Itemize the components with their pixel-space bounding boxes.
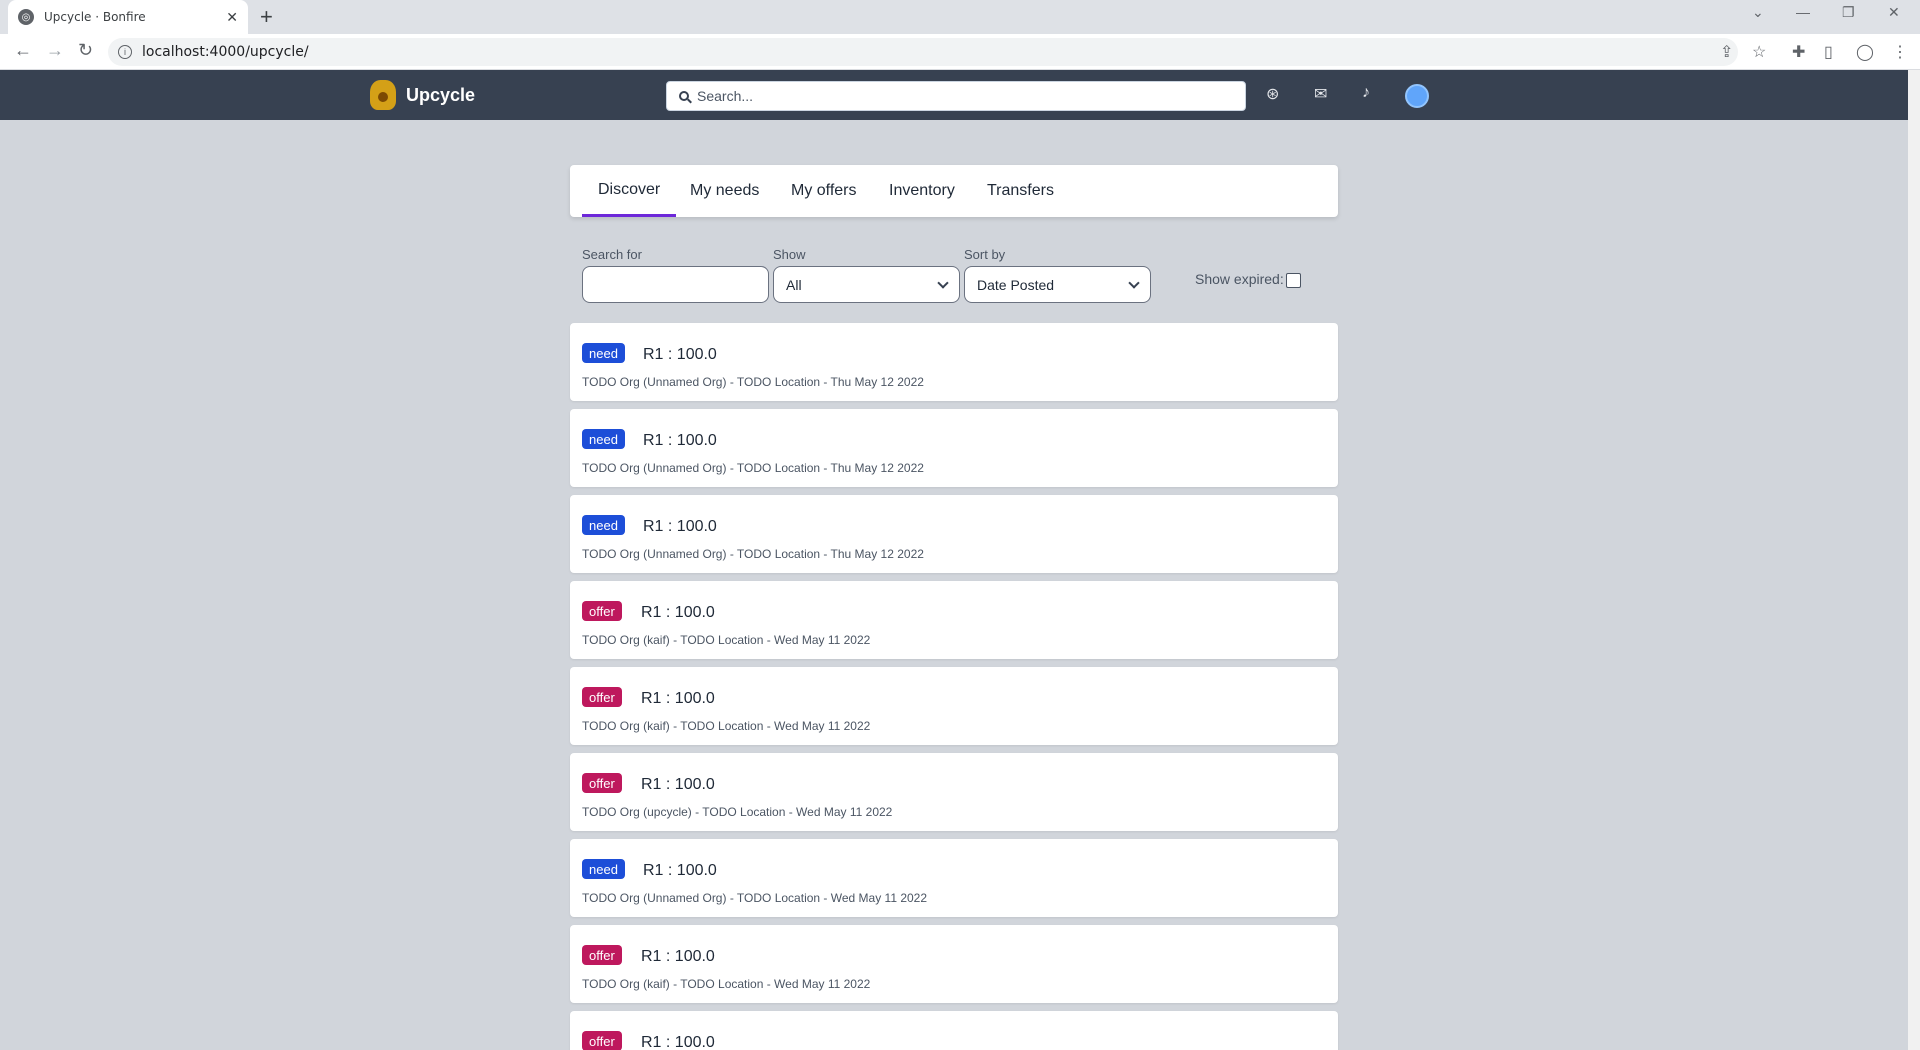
list-item[interactable]: offer R1 : 100.0 TODO Org (kaif) - TODO Lo… <box>570 667 1338 745</box>
globe-icon: ◎ <box>18 9 34 25</box>
offer-badge: offer <box>582 687 622 707</box>
address-bar[interactable]: i localhost:4000/upcycle/ <box>108 38 1738 66</box>
bookmark-star-icon[interactable]: ☆ <box>1752 42 1766 62</box>
tab-inventory[interactable]: Inventory <box>889 165 955 217</box>
brand-link[interactable]: Upcycle <box>370 80 475 110</box>
resource-quantity[interactable]: R1 : 100.0 <box>643 346 717 364</box>
bonfire-logo-icon <box>370 80 396 110</box>
offer-badge: offer <box>582 601 622 621</box>
feed-icon[interactable]: ⊛ <box>1266 84 1279 104</box>
chevron-down-icon <box>1128 277 1140 289</box>
resource-quantity[interactable]: R1 : 100.0 <box>641 948 715 966</box>
global-search-input[interactable] <box>697 88 1227 104</box>
show-select-value: All <box>786 276 802 293</box>
resource-quantity[interactable]: R1 : 100.0 <box>643 518 717 536</box>
tab-my-offers[interactable]: My offers <box>791 165 857 217</box>
browser-toolbar: ← → ↻ i localhost:4000/upcycle/ ⇪ ☆ ✚ ▯ … <box>0 34 1920 70</box>
restore-icon[interactable]: ❐ <box>1842 4 1855 21</box>
offer-badge: offer <box>582 773 622 793</box>
forward-icon[interactable]: → <box>46 40 64 61</box>
item-meta: TODO Org (kaif) - TODO Location - Wed Ma… <box>582 977 871 991</box>
search-for-input[interactable] <box>582 266 769 303</box>
minimize-icon[interactable]: — <box>1796 4 1810 20</box>
resource-quantity[interactable]: R1 : 100.0 <box>643 432 717 450</box>
share-icon[interactable]: ⇪ <box>1720 42 1733 62</box>
back-icon[interactable]: ← <box>14 40 32 61</box>
kebab-menu-icon[interactable]: ⋮ <box>1892 42 1908 62</box>
show-expired-label: Show expired: <box>1195 271 1284 287</box>
close-tab-icon[interactable]: ✕ <box>226 9 238 26</box>
reload-icon[interactable]: ↻ <box>78 40 93 61</box>
browser-tab-bar: ◎ Upcycle · Bonfire ✕ + ⌄ — ❐ ✕ <box>0 0 1920 34</box>
url-text: localhost:4000/upcycle/ <box>142 44 309 60</box>
avatar[interactable] <box>1405 84 1429 108</box>
need-badge: need <box>582 515 625 535</box>
app-header: Upcycle ⊛ ✉ ♪ <box>0 70 1908 120</box>
tab-discover[interactable]: Discover <box>582 165 677 217</box>
item-meta: TODO Org (Unnamed Org) - TODO Location -… <box>582 461 924 475</box>
need-badge: need <box>582 859 625 879</box>
site-info-icon[interactable]: i <box>118 45 132 59</box>
item-meta: TODO Org (kaif) - TODO Location - Wed Ma… <box>582 719 871 733</box>
extensions-icon[interactable]: ✚ <box>1792 42 1805 62</box>
item-meta: TODO Org (Unnamed Org) - TODO Location -… <box>582 375 924 389</box>
item-meta: TODO Org (Unnamed Org) - TODO Location -… <box>582 891 928 905</box>
resource-quantity[interactable]: R1 : 100.0 <box>643 862 717 880</box>
list-item[interactable]: need R1 : 100.0 TODO Org (Unnamed Org) - T… <box>570 323 1338 401</box>
resource-quantity[interactable]: R1 : 100.0 <box>641 690 715 708</box>
list-item[interactable]: need R1 : 100.0 TODO Org (Unnamed Org) - T… <box>570 409 1338 487</box>
offer-badge: offer <box>582 945 622 965</box>
item-meta: TODO Org (kaif) - TODO Location - Wed Ma… <box>582 633 871 647</box>
offer-badge: offer <box>582 1031 622 1050</box>
side-panel-icon[interactable]: ▯ <box>1824 42 1833 62</box>
list-item[interactable]: offer R1 : 100.0 <box>570 1011 1338 1050</box>
new-tab-icon[interactable]: + <box>260 4 273 30</box>
search-for-label: Search for <box>582 247 642 262</box>
global-search <box>666 81 1246 111</box>
show-label: Show <box>773 247 806 262</box>
tab-search-icon[interactable]: ⌄ <box>1752 4 1764 21</box>
show-select[interactable]: All <box>773 266 960 303</box>
browser-tab-title: Upcycle · Bonfire <box>44 10 146 24</box>
tab-my-needs[interactable]: My needs <box>690 165 759 217</box>
sort-by-select-value: Date Posted <box>977 276 1055 293</box>
bell-icon[interactable]: ♪ <box>1362 84 1370 102</box>
tab-transfers[interactable]: Transfers <box>987 165 1054 217</box>
list-item[interactable]: offer R1 : 100.0 TODO Org (kaif) - TODO Lo… <box>570 925 1338 1003</box>
list-item[interactable]: offer R1 : 100.0 TODO Org (upcycle) - TODO… <box>570 753 1338 831</box>
page-scrollbar[interactable] <box>1908 70 1920 1050</box>
brand-name: Upcycle <box>406 84 476 105</box>
close-window-icon[interactable]: ✕ <box>1888 4 1900 21</box>
item-meta: TODO Org (upcycle) - TODO Location - Wed… <box>582 805 893 819</box>
show-expired-checkbox[interactable] <box>1286 273 1301 288</box>
list-item[interactable]: offer R1 : 100.0 TODO Org (kaif) - TODO Lo… <box>570 581 1338 659</box>
sort-by-label: Sort by <box>964 247 1006 262</box>
resource-quantity[interactable]: R1 : 100.0 <box>641 604 715 622</box>
sort-by-select[interactable]: Date Posted <box>964 266 1151 303</box>
chevron-down-icon <box>937 277 949 289</box>
browser-tab[interactable]: ◎ Upcycle · Bonfire ✕ <box>8 0 248 34</box>
search-icon <box>679 91 689 101</box>
list-item[interactable]: need R1 : 100.0 TODO Org (Unnamed Org) - T… <box>570 495 1338 573</box>
need-badge: need <box>582 429 625 449</box>
resource-quantity[interactable]: R1 : 100.0 <box>641 1034 715 1050</box>
item-meta: TODO Org (Unnamed Org) - TODO Location -… <box>582 547 924 561</box>
need-badge: need <box>582 343 625 363</box>
list-item[interactable]: need R1 : 100.0 TODO Org (Unnamed Org) - T… <box>570 839 1338 917</box>
profile-icon[interactable]: ◯ <box>1856 42 1874 62</box>
upcycle-tabs: Discover My needs My offers Inventory Tr… <box>570 165 1338 217</box>
mail-icon[interactable]: ✉ <box>1314 84 1327 104</box>
resource-quantity[interactable]: R1 : 100.0 <box>641 776 715 794</box>
